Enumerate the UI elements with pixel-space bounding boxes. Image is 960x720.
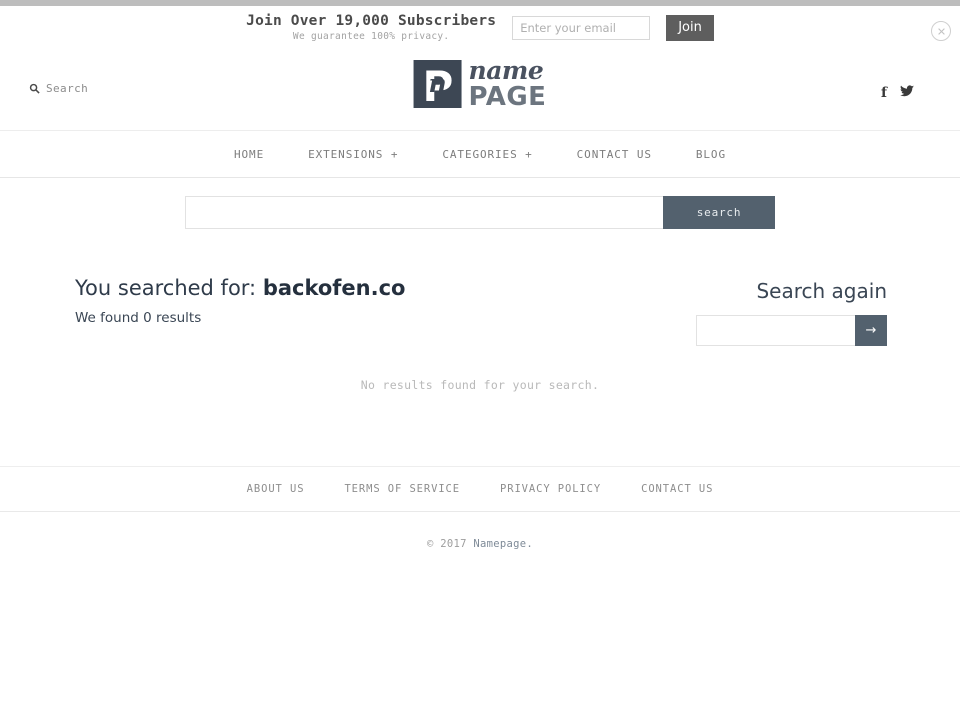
- page-root: Join Over 19,000 Subscribers We guarante…: [0, 0, 960, 720]
- header-search-toggle[interactable]: Search: [29, 82, 88, 95]
- search-again-submit-button[interactable]: →: [855, 315, 887, 346]
- nav-item-blog[interactable]: BLOG: [674, 148, 748, 161]
- nav-item-extensions[interactable]: EXTENSIONS +: [286, 148, 420, 161]
- logo-word-top: name: [468, 56, 544, 85]
- nav-item-home[interactable]: HOME: [212, 148, 286, 161]
- primary-search-button[interactable]: search: [663, 196, 775, 229]
- optin-banner: Join Over 19,000 Subscribers We guarante…: [0, 6, 960, 50]
- optin-join-button[interactable]: Join: [666, 15, 714, 41]
- site-header: Search P n name PAGE f: [0, 50, 960, 130]
- footer-link-contact-us[interactable]: CONTACT US: [621, 483, 733, 495]
- social-links: f: [881, 84, 914, 102]
- search-again-title: Search again: [756, 279, 887, 303]
- search-heading-prefix: You searched for:: [75, 276, 263, 300]
- logo-wordmark: name PAGE: [469, 58, 547, 110]
- main-navigation: HOME EXTENSIONS + CATEGORIES + CONTACT U…: [0, 130, 960, 178]
- copyright-year: © 2017: [427, 538, 474, 550]
- header-search-label: Search: [46, 82, 89, 95]
- results-count: We found 0 results: [75, 310, 202, 326]
- logo-mark-script: n: [428, 69, 447, 98]
- no-results-message: No results found for your search.: [360, 378, 600, 392]
- facebook-icon[interactable]: f: [881, 84, 887, 102]
- logo-word-bottom: PAGE: [468, 82, 547, 112]
- copyright-notice: © 2017 Namepage.: [0, 538, 960, 550]
- footer-link-about-us[interactable]: ABOUT US: [227, 483, 325, 495]
- nav-item-categories[interactable]: CATEGORIES +: [420, 148, 554, 161]
- footer-navigation: ABOUT US TERMS OF SERVICE PRIVACY POLICY…: [0, 466, 960, 512]
- search-again-form: →: [696, 315, 887, 346]
- primary-search-input[interactable]: [185, 196, 663, 229]
- footer-link-privacy-policy[interactable]: PRIVACY POLICY: [480, 483, 621, 495]
- logo-mark-icon: P n: [413, 60, 462, 108]
- magnifier-icon: [29, 83, 40, 94]
- optin-email-input[interactable]: [512, 16, 651, 40]
- copyright-site-name: Namepage.: [473, 538, 533, 550]
- search-query-term: backofen.co: [262, 276, 406, 300]
- search-results-heading: You searched for: backofen.co: [75, 276, 405, 301]
- optin-text-block: Join Over 19,000 Subscribers We guarante…: [246, 12, 497, 43]
- primary-search-form: search: [185, 196, 775, 229]
- optin-title: Join Over 19,000 Subscribers: [246, 12, 497, 29]
- close-circle-icon[interactable]: [931, 21, 951, 41]
- optin-subtitle: We guarantee 100% privacy.: [292, 31, 450, 43]
- nav-item-contact-us[interactable]: CONTACT US: [555, 148, 674, 161]
- search-again-input[interactable]: [696, 315, 855, 346]
- footer-link-terms-of-service[interactable]: TERMS OF SERVICE: [324, 483, 480, 495]
- twitter-bird-icon[interactable]: [900, 84, 914, 102]
- site-logo[interactable]: P n name PAGE: [413, 58, 547, 110]
